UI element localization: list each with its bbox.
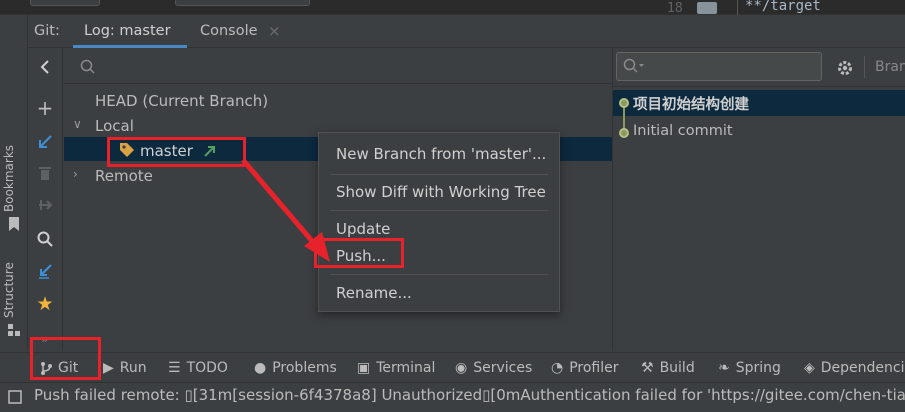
tab-git-label: Git xyxy=(58,360,79,376)
menu-separator xyxy=(330,174,548,175)
hammer-icon: ⚒ xyxy=(641,360,654,376)
git-panel-header: Git: Log: master Console × xyxy=(28,15,905,48)
status-message[interactable]: Push failed remote: ▯[31m[session-6f4378… xyxy=(34,386,905,404)
editor-code-text: **/target xyxy=(745,0,821,14)
commit-filter-input[interactable] xyxy=(616,52,822,81)
branch-group-local[interactable]: Local xyxy=(95,117,134,135)
tab-dependencies-label: Dependencie xyxy=(820,360,905,376)
branch-group-remote[interactable]: Remote xyxy=(95,167,153,185)
branch-filter[interactable]: Bran xyxy=(875,59,905,75)
tab-profiler[interactable]: ◔ Profiler xyxy=(551,360,619,376)
branch-icon xyxy=(41,362,52,375)
tab-dependencies[interactable]: ◈ Dependencie xyxy=(804,360,905,376)
tab-todo-label: TODO xyxy=(186,360,228,376)
collapse-icon[interactable] xyxy=(34,56,56,78)
terminal-icon: ▣ xyxy=(357,360,371,376)
branches-toolbar: + ★ » xyxy=(28,48,63,351)
filter-divider xyxy=(613,86,905,87)
chevron-down-icon[interactable]: ∨ xyxy=(73,117,82,131)
search-dropdown-icon xyxy=(623,58,644,73)
tab-run-label: Run xyxy=(119,360,147,376)
menu-item-new-branch[interactable]: New Branch from 'master'... xyxy=(319,142,559,166)
search-icon[interactable] xyxy=(34,228,56,250)
tab-problems-label: Problems xyxy=(272,360,337,376)
menu-separator xyxy=(330,274,548,275)
folder-icon xyxy=(697,2,717,14)
commit-row[interactable]: 项目初始结构创建 xyxy=(613,90,905,116)
editor-tab-stub[interactable] xyxy=(30,0,100,6)
star-icon[interactable]: ★ xyxy=(34,293,56,315)
more-icon[interactable]: » xyxy=(34,328,56,350)
tab-services-label: Services xyxy=(473,360,533,376)
branch-context-menu: New Branch from 'master'... Show Diff wi… xyxy=(318,132,560,312)
left-tool-strip: Bookmarks Structure xyxy=(0,15,28,351)
tab-spring[interactable]: ❧ Spring xyxy=(718,360,781,376)
fetch-icon[interactable] xyxy=(34,260,56,282)
commit-message: 项目初始结构创建 xyxy=(633,97,749,113)
tab-git[interactable]: Git xyxy=(40,360,78,376)
commit-row[interactable]: Initial commit xyxy=(613,120,905,146)
branch-head[interactable]: HEAD (Current Branch) xyxy=(95,92,268,110)
menu-item-update[interactable]: Update xyxy=(319,217,559,241)
tag-icon xyxy=(120,143,134,157)
tab-profiler-label: Profiler xyxy=(569,360,619,376)
panel-toggle-icon[interactable] xyxy=(8,390,22,404)
tab-services[interactable]: ◉ Services xyxy=(455,360,532,376)
tab-run[interactable]: ▶ Run xyxy=(103,360,147,376)
merge-icon[interactable] xyxy=(34,194,56,216)
status-bar: Push failed remote: ▯[31m[session-6f4378… xyxy=(0,382,905,412)
toolbar-divider xyxy=(864,56,865,78)
editor-gutter-divider xyxy=(737,0,738,15)
search-icon xyxy=(80,59,95,74)
tab-build-label: Build xyxy=(659,360,695,376)
tab-build[interactable]: ⚒ Build xyxy=(641,360,695,376)
warning-icon: ● xyxy=(254,360,267,376)
add-icon[interactable]: + xyxy=(34,96,56,120)
layers-icon: ◈ xyxy=(804,360,815,376)
git-panel-title: Git: xyxy=(34,23,60,39)
outgoing-arrow-icon xyxy=(204,146,215,157)
close-icon[interactable]: × xyxy=(268,22,281,40)
graph-commit-node xyxy=(619,98,629,108)
checkout-arrow-icon[interactable] xyxy=(34,131,56,153)
tool-window-bar: Git ▶ Run ☰ TODO ● Problems ▣ Terminal ◉… xyxy=(0,352,905,382)
menu-separator xyxy=(330,210,548,211)
menu-item-rename[interactable]: Rename... xyxy=(319,281,559,305)
commit-log-panel: Bran 项目初始结构创建 Initial commit xyxy=(613,48,905,351)
tab-terminal[interactable]: ▣ Terminal xyxy=(357,360,435,376)
profiler-icon: ◔ xyxy=(551,360,564,376)
play-icon: ▶ xyxy=(103,360,114,376)
editor-strip: 18 **/target xyxy=(0,0,905,16)
line-number: 18 xyxy=(667,1,683,16)
commit-message: Initial commit xyxy=(633,123,733,139)
tab-terminal-label: Terminal xyxy=(376,360,436,376)
graph-commit-node xyxy=(619,128,629,138)
chevron-right-icon[interactable]: › xyxy=(73,167,78,181)
menu-item-show-diff[interactable]: Show Diff with Working Tree xyxy=(319,180,559,204)
tab-problems[interactable]: ● Problems xyxy=(254,360,337,376)
branch-master[interactable]: master xyxy=(140,142,193,160)
bookmarks-tab[interactable]: Bookmarks xyxy=(2,145,16,212)
tab-spring-label: Spring xyxy=(735,360,781,376)
menu-item-push[interactable]: Push... xyxy=(319,244,559,268)
tab-log-master[interactable]: Log: master xyxy=(84,23,171,39)
list-icon: ☰ xyxy=(168,360,181,376)
tab-console[interactable]: Console xyxy=(200,23,258,39)
gear-icon[interactable] xyxy=(836,59,854,77)
editor-tab-stub[interactable] xyxy=(175,0,310,6)
delete-icon[interactable] xyxy=(34,162,56,184)
structure-icon[interactable] xyxy=(8,324,20,336)
structure-tab[interactable]: Structure xyxy=(2,262,16,318)
spring-icon: ❧ xyxy=(718,360,730,376)
branch-search-row[interactable] xyxy=(64,48,612,84)
bookmark-icon[interactable] xyxy=(8,217,20,231)
tab-todo[interactable]: ☰ TODO xyxy=(168,360,228,376)
services-icon: ◉ xyxy=(455,360,468,376)
